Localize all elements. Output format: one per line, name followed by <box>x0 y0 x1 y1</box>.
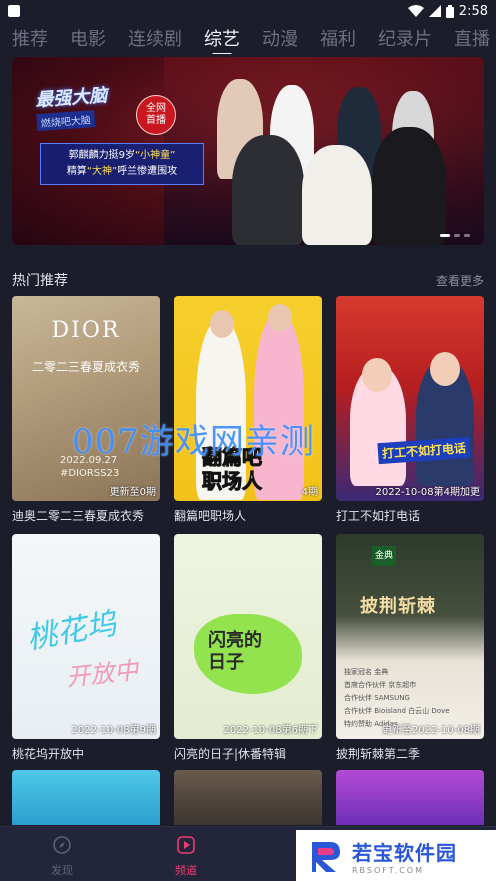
show-poster: 金典 披荆斩棘 独家冠名 金典 首席合作伙伴 京东超市 合作伙伴 SAMSUNG… <box>336 534 484 739</box>
show-card[interactable]: 闪亮的 日子 2022-10-08第6期下 闪亮的日子|休番特辑 <box>174 534 322 762</box>
show-poster: 打工不如打电话 2022-10-08第4期加更 <box>336 296 484 501</box>
show-card[interactable]: 翻篇吧 职场人 4期 翻篇吧职场人 <box>174 296 322 524</box>
battery-icon <box>445 4 454 18</box>
show-title: 翻篇吧职场人 <box>174 509 247 523</box>
tab-documentary[interactable]: 纪录片 <box>378 25 432 51</box>
show-poster: 闪亮的 日子 2022-10-08第6期下 <box>174 534 322 739</box>
show-title: 打工不如打电话 <box>336 509 421 523</box>
show-poster: DIOR 二零二三春夏成衣秀 2022.09.27 #DIORSS23 更新至0期 <box>12 296 160 501</box>
nav-channel[interactable]: 频道 <box>156 835 216 878</box>
status-time: 2:58 <box>458 3 488 19</box>
tab-live[interactable]: 直播 <box>454 25 490 51</box>
nav-channel-label: 频道 <box>175 864 197 877</box>
banner-person <box>232 135 304 245</box>
banner-person <box>302 145 372 245</box>
show-card[interactable]: 桃花坞 开放中 2022-10-08第9期 桃花坞开放中 <box>12 534 160 762</box>
show-card[interactable] <box>174 770 322 825</box>
episode-tag: 更新至0期 <box>109 487 156 498</box>
site-logo-icon <box>312 841 340 872</box>
site-watermark-badge: 若宝软件园 RBSOFT.COM <box>296 830 496 881</box>
nav-discover[interactable]: 发现 <box>32 835 92 878</box>
tab-welfare[interactable]: 福利 <box>320 25 356 51</box>
banner-caption: 郭麒麟力挺9岁“小神童” 精算“大神”呼兰惨遭围攻 <box>40 143 204 185</box>
nav-discover-label: 发现 <box>51 864 73 877</box>
view-more-link[interactable]: 查看更多 <box>436 272 484 289</box>
section-title: 热门推荐 <box>12 273 68 289</box>
show-poster: 翻篇吧 职场人 4期 <box>174 296 322 501</box>
episode-tag: 2022-10-08第4期加更 <box>375 487 480 498</box>
carousel-indicator <box>440 234 470 237</box>
show-logo: 最强大脑 燃烧吧大脑 <box>34 85 108 132</box>
show-title: 披荆斩棘第二季 <box>336 747 421 761</box>
banner-carousel[interactable]: 最强大脑 燃烧吧大脑 全网 首播 郭麒麟力挺9岁“小神童” 精算“大神”呼兰惨遭… <box>12 57 484 245</box>
episode-tag: 2022-10-08第6期下 <box>223 725 318 736</box>
tab-series[interactable]: 连续剧 <box>128 25 182 51</box>
show-card[interactable] <box>336 770 484 825</box>
play-icon <box>177 836 195 854</box>
show-card[interactable] <box>12 770 160 825</box>
compass-icon <box>53 836 71 854</box>
watermark-text: 007游戏网亲测 <box>72 422 315 462</box>
episode-tag: 更新至2022-10-08期 <box>381 725 480 736</box>
banner-person <box>372 127 446 245</box>
tab-recommend[interactable]: 推荐 <box>12 25 48 51</box>
category-tabs: 推荐 电影 连续剧 综艺 动漫 福利 纪录片 直播 <box>0 22 496 54</box>
tab-movies[interactable]: 电影 <box>70 25 106 51</box>
wifi-icon <box>407 5 424 17</box>
tab-anime[interactable]: 动漫 <box>262 25 298 51</box>
show-title: 闪亮的日子|休番特辑 <box>174 747 287 761</box>
signal-icon <box>428 5 441 17</box>
tab-variety[interactable]: 综艺 <box>204 25 240 54</box>
show-title: 桃花坞开放中 <box>12 747 85 761</box>
show-card[interactable]: DIOR 二零二三春夏成衣秀 2022.09.27 #DIORSS23 更新至0期… <box>12 296 160 524</box>
episode-tag: 4期 <box>301 487 318 498</box>
premiere-badge: 全网 首播 <box>136 95 176 135</box>
episode-tag: 2022-10-08第9期 <box>71 725 156 736</box>
status-bar: 2:58 <box>0 0 496 22</box>
show-poster: 桃花坞 开放中 2022-10-08第9期 <box>12 534 160 739</box>
section-header: 热门推荐 查看更多 <box>12 270 484 290</box>
show-card[interactable]: 打工不如打电话 2022-10-08第4期加更 打工不如打电话 <box>336 296 484 524</box>
notification-icon <box>8 5 20 17</box>
show-title: 迪奥二零二三春夏成衣秀 <box>12 509 145 523</box>
show-card[interactable]: 金典 披荆斩棘 独家冠名 金典 首席合作伙伴 京东超市 合作伙伴 SAMSUNG… <box>336 534 484 762</box>
